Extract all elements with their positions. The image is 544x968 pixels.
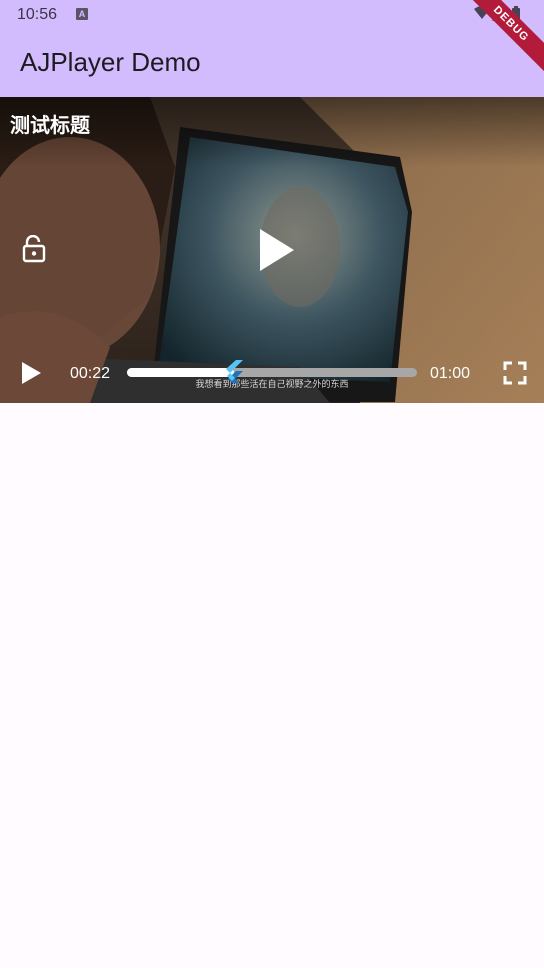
page-title: AJPlayer Demo xyxy=(20,47,201,77)
play-icon[interactable] xyxy=(256,227,296,278)
current-time: 00:22 xyxy=(70,365,111,382)
debug-banner: DEBUG xyxy=(457,0,544,78)
progress-fill xyxy=(127,368,235,377)
progress-slider[interactable] xyxy=(127,360,417,383)
app-bar: 10:56 A DEBUG AJPlayer Demo xyxy=(0,0,544,97)
a-icon: A xyxy=(76,8,88,20)
status-time: 10:56 xyxy=(17,6,58,23)
play-button-icon[interactable] xyxy=(20,361,42,390)
video-title: 测试标题 xyxy=(10,115,90,137)
flutter-thumb-icon[interactable] xyxy=(223,359,245,390)
video-player[interactable]: 测试标题 我想看到那些活在自己视野之外的东西 00:22 01:00 xyxy=(0,97,544,403)
fullscreen-icon[interactable] xyxy=(503,361,527,390)
lock-open-icon[interactable] xyxy=(22,234,46,268)
total-time: 01:00 xyxy=(430,365,471,382)
